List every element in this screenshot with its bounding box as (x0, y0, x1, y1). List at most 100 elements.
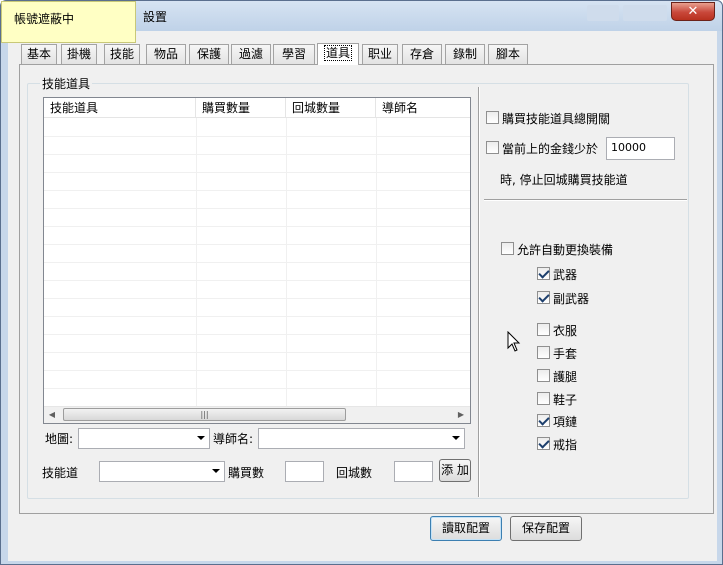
tab-label: 存倉 (409, 47, 434, 61)
chevron-down-icon (452, 436, 460, 440)
chevron-down-icon (197, 436, 205, 440)
tab-label: 保護 (196, 47, 221, 61)
column-header-mentor[interactable]: 導師名 (376, 98, 470, 118)
tab-hang[interactable]: 掛機 (61, 44, 97, 64)
close-button[interactable]: ✕ (671, 2, 715, 21)
account-mask-tag: 帳號遮蔽中 (1, 1, 136, 43)
minimize-button[interactable] (587, 5, 619, 21)
empty-row (44, 119, 470, 137)
arrow-left-icon[interactable]: ◀ (47, 410, 57, 420)
settings-window: 設置 ✕ 帳號遮蔽中 基本 掛機 技能 物品 保護 過濾 學習 道具 职业 存倉… (0, 0, 723, 565)
equip-offhand-label: 副武器 (553, 292, 590, 306)
scrollbar-thumb[interactable]: ||| (63, 408, 346, 421)
tab-protect[interactable]: 保護 (189, 44, 229, 64)
equip-shoes-label: 鞋子 (553, 393, 578, 407)
read-config-button[interactable]: 讀取配置 (430, 516, 502, 541)
vertical-divider (478, 87, 480, 497)
tab-job[interactable]: 职业 (362, 44, 398, 64)
tab-learn[interactable]: 學習 (273, 44, 315, 64)
empty-row (44, 335, 470, 353)
auto-equip-label: 允許自動更換裝備 (517, 243, 614, 257)
tab-script[interactable]: 腳本 (488, 44, 528, 64)
equip-ring-label: 戒指 (553, 438, 578, 452)
gold-below-checkbox[interactable] (486, 141, 499, 154)
empty-row (44, 173, 470, 191)
auto-equip-checkbox[interactable] (501, 242, 514, 255)
gold-threshold-input[interactable]: 10000 (606, 137, 675, 160)
equip-gloves-checkbox[interactable] (537, 346, 550, 359)
tab-skills[interactable]: 技能 (104, 44, 140, 64)
skill-items-list[interactable]: 技能道具 購買數量 回城數量 導師名 ◀ ||| ▶ (43, 97, 471, 424)
mentor-label: 導師名: (213, 432, 254, 446)
empty-row (44, 209, 470, 227)
equip-weapon-checkbox[interactable] (537, 267, 550, 280)
tab-label: 學習 (281, 47, 306, 61)
tab-label: 物品 (153, 47, 178, 61)
tab-label: 职业 (367, 47, 392, 61)
column-header-skill-item[interactable]: 技能道具 (44, 98, 196, 118)
master-switch-label: 購買技能道具總開關 (502, 112, 611, 126)
empty-row (44, 389, 470, 407)
empty-row (44, 317, 470, 335)
equip-necklace-label: 項鏈 (553, 415, 578, 429)
chevron-down-icon (212, 469, 220, 473)
add-button[interactable]: 添 加 (439, 459, 471, 482)
arrow-right-icon[interactable]: ▶ (456, 410, 466, 420)
empty-row (44, 299, 470, 317)
gold-below-label: 當前上的金錢少於 (502, 142, 599, 156)
equip-offhand-checkbox[interactable] (537, 291, 550, 304)
empty-row (44, 245, 470, 263)
return-qty-input[interactable] (394, 461, 433, 482)
column-header-return-qty[interactable]: 回城數量 (286, 98, 376, 118)
map-combo[interactable] (78, 428, 210, 449)
maximize-button[interactable] (623, 5, 667, 21)
tab-basic[interactable]: 基本 (21, 44, 57, 64)
skill-item-combo[interactable] (99, 461, 225, 482)
horizontal-scrollbar[interactable]: ◀ ||| ▶ (44, 406, 470, 423)
tab-label: 掛機 (66, 47, 91, 61)
skill-item-label: 技能道 (42, 466, 79, 480)
tab-label: 技能 (109, 47, 134, 61)
empty-row (44, 155, 470, 173)
horizontal-divider (484, 199, 687, 201)
return-qty-label: 回城數 (336, 466, 373, 480)
equip-ring-checkbox[interactable] (537, 437, 550, 450)
column-divider (196, 118, 197, 406)
tab-record[interactable]: 錄制 (445, 44, 485, 64)
tab-label: 過濾 (238, 47, 263, 61)
save-config-button[interactable]: 保存配置 (510, 516, 582, 541)
equip-clothes-label: 衣服 (553, 324, 578, 338)
empty-row (44, 353, 470, 371)
equip-shoes-checkbox[interactable] (537, 392, 550, 405)
tab-label: 腳本 (495, 47, 520, 61)
map-label: 地圖: (45, 432, 74, 446)
gold-note-text: 時, 停止回城購買技能道 (500, 173, 628, 187)
equip-gloves-label: 手套 (553, 347, 578, 361)
tab-filter[interactable]: 過濾 (231, 44, 271, 64)
mentor-combo[interactable] (258, 428, 465, 449)
equip-leggings-checkbox[interactable] (537, 369, 550, 382)
tab-items[interactable]: 物品 (146, 44, 186, 64)
equip-clothes-checkbox[interactable] (537, 323, 550, 336)
column-divider (376, 118, 377, 406)
empty-row (44, 227, 470, 245)
column-header-buy-qty[interactable]: 購買數量 (196, 98, 286, 118)
empty-row (44, 191, 470, 209)
tab-label: 道具 (323, 45, 352, 61)
tab-props[interactable]: 道具 (317, 43, 359, 65)
empty-row (44, 371, 470, 389)
buy-qty-label: 購買數 (228, 466, 265, 480)
tab-storage[interactable]: 存倉 (402, 44, 442, 64)
equip-leggings-label: 護腿 (553, 370, 578, 384)
column-divider (286, 118, 287, 406)
groupbox-title: 技能道具 (40, 75, 93, 92)
empty-row (44, 263, 470, 281)
buy-qty-input[interactable] (285, 461, 324, 482)
empty-row (44, 137, 470, 155)
equip-weapon-label: 武器 (553, 268, 578, 282)
equip-necklace-checkbox[interactable] (537, 414, 550, 427)
list-header: 技能道具 購買數量 回城數量 導師名 (44, 98, 470, 118)
mouse-pointer-icon (507, 331, 521, 352)
master-switch-checkbox[interactable] (486, 111, 499, 124)
tab-label: 錄制 (452, 47, 477, 61)
